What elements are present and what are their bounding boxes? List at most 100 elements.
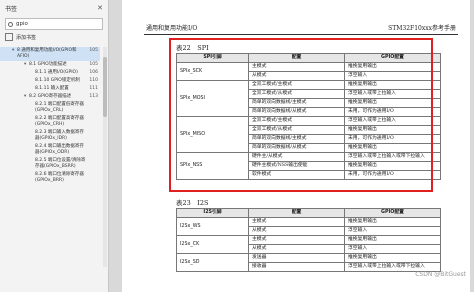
gpio-config-cell: 浮空输入 (344, 226, 441, 236)
pin-name-cell: SPIx_NSS (176, 152, 249, 180)
config-cell: 主模式 (248, 62, 345, 72)
toc-item[interactable]: 8.2.3 端口输入数据寄存器(GPIOx_IDR) (0, 129, 100, 143)
scrollbar-thumb[interactable] (103, 57, 107, 117)
config-cell: 简单的双向数据线/从模式 (248, 107, 345, 117)
bookmark-sidebar: 书签 ✕ gpio 添加书签 ▾ 8 通用和复用功能I/O(GPIO和AFIO) 1… (0, 0, 109, 292)
config-cell: 从模式 (248, 71, 345, 81)
gpio-config-cell: 推挽复用输出 (344, 143, 441, 153)
close-icon[interactable]: ✕ (97, 4, 103, 12)
config-cell: 全双工模式/主模式 (248, 116, 345, 126)
pin-name-cell: SPIx_MOSI (176, 80, 249, 117)
config-cell: 发送器 (248, 253, 345, 263)
toc-item-label: 8.1.10 GPIO锁定机制 (35, 78, 80, 83)
gpio-config-cell: 浮空输入 (344, 71, 441, 81)
gpio-config-cell: 推挽复用输出 (344, 217, 441, 227)
add-bookmark-label: 添加书签 (16, 34, 37, 41)
table-header-row: SPI引脚 配置 GPIO配置 (176, 53, 441, 63)
config-cell: 从模式 (248, 226, 345, 236)
table-row: SPIx_MOSI 全双工模式/主模式 推挽复用输出 (176, 80, 441, 117)
table-row: I2Sx_WS 主模式 推挽复用输出 (176, 217, 441, 236)
toc-item-label: 8.1.11 输入配置 (35, 86, 69, 91)
pin-name-cell: I2Sx_SD (176, 253, 249, 272)
table-row: SPIx_SCK 主模式 推挽复用输出 (176, 62, 441, 81)
sidebar-header: 书签 ✕ (0, 0, 108, 16)
search-icon (8, 21, 13, 27)
gpio-config-cell: 推挽复用输出 (344, 98, 441, 108)
toc-item-label: 8.2.6 端口位清除寄存器(GPIOx_BRR) (35, 172, 84, 183)
gpio-config-cell: 浮空输入或带上拉输入或带下拉输入 (344, 152, 441, 162)
toc-item-page: 106 (89, 70, 98, 75)
toc-item-page: 113 (89, 94, 98, 99)
config-cell: 主模式 (248, 217, 345, 227)
toc-item[interactable]: 8.1.10 GPIO锁定机制 110 (0, 77, 100, 85)
gpio-config-cell: 推挽复用输出 (344, 80, 441, 90)
config-cell: 简单的双向数据线/从模式 (248, 143, 345, 153)
header-divider (144, 34, 458, 35)
config-cell: 简单的双向数据线/主模式 (248, 134, 345, 144)
table-header-row: I2S引脚 配置 GPIO配置 (176, 208, 441, 218)
column-header: SPI引脚 (176, 53, 249, 63)
gpio-config-cell: 推挽复用输出 (344, 125, 441, 135)
pin-name-cell: SPIx_MISO (176, 116, 249, 153)
toc-item-label: 8.2.3 端口输入数据寄存器(GPIOx_IDR) (35, 130, 84, 141)
page-header-left: 通用和复用功能I/O (146, 25, 198, 32)
sidebar-title: 书签 (5, 5, 18, 13)
i2s-table: I2S引脚 配置 GPIO配置 I2Sx_WS 主模式 推挽复用输出 从模式 浮空输入 I2Sx… (176, 208, 441, 272)
toc-item-page (88, 116, 100, 128)
watermark: CSDN @BitGuest (415, 271, 466, 278)
toc-item[interactable]: 8.2.1 端口配置低寄存器(GPIOx_CRL) (0, 101, 100, 115)
sidebar-scrollbar[interactable] (103, 47, 107, 267)
column-header: I2S引脚 (176, 208, 249, 218)
spi-table: SPI引脚 配置 GPIO配置 SPIx_SCK 主模式 推挽复用输出 从模式 浮空输入 SPI… (176, 53, 441, 180)
gpio-config-cell: 推挽复用输出 (344, 235, 441, 245)
table-caption-i2s: 表23 I2S (176, 199, 209, 207)
gpio-config-cell: 未用，可作为通用I/O (344, 134, 441, 144)
column-header: 配置 (248, 208, 345, 218)
column-header: 配置 (248, 53, 345, 63)
toc-item-page (88, 158, 100, 170)
column-header: GPIO配置 (344, 53, 441, 63)
gpio-config-cell: 浮空输入或带上拉输入 (344, 89, 441, 99)
toc-item[interactable]: ▾ 8.2 GPIO寄存器描述 113 (0, 93, 100, 101)
toc-item-page (88, 144, 100, 156)
toc-item-page (88, 172, 100, 184)
gpio-config-cell: 浮空输入或带上拉输入 (344, 116, 441, 126)
table-row: SPIx_NSS 硬件主/从模式 浮空输入或带上拉输入或带下拉输入 (176, 152, 441, 180)
toc-item-page (88, 130, 100, 142)
toc-item-page: 105 (89, 62, 98, 67)
config-cell: 全双工模式/主模式 (248, 80, 345, 90)
toc-item-label: 8.2 GPIO寄存器描述 (29, 94, 72, 99)
table-row: SPIx_MISO 全双工模式/主模式 浮空输入或带上拉输入 (176, 116, 441, 153)
config-cell: 主模式 (248, 235, 345, 245)
gpio-config-cell: 未用，可作为通用I/O (344, 107, 441, 117)
toc-item-page: 111 (89, 86, 98, 91)
toc-item[interactable]: 8.1.11 输入配置 111 (0, 85, 100, 93)
column-header: GPIO配置 (344, 208, 441, 218)
toc-item[interactable]: 8.1.1 通用I/O(GPIO) 106 (0, 69, 100, 77)
toc-item[interactable]: ▾ 8.1 GPIO功能描述 105 (0, 61, 100, 69)
toc-item-label: 8.2.5 端口位设置/清除寄存器(GPIOx_BSRR) (35, 158, 86, 169)
add-bookmark-button[interactable]: 添加书签 (5, 33, 103, 41)
toc-item[interactable]: 8.2.4 端口输出数据寄存器(GPIOx_ODR) (0, 143, 100, 157)
toc-item-page (88, 102, 100, 114)
toc-item-page: 110 (89, 78, 98, 83)
table-row: I2Sx_SD 发送器 推挽复用输出 (176, 253, 441, 272)
config-cell: 硬件主/从模式 (248, 152, 345, 162)
toc-item-label: 8.2.2 端口配置高寄存器(GPIOx_CRH) (35, 116, 84, 127)
bookmark-search-input[interactable]: gpio (5, 18, 103, 30)
toc-item[interactable]: 8.2.6 端口位清除寄存器(GPIOx_BRR) (0, 171, 100, 185)
pin-name-cell: I2Sx_CK (176, 235, 249, 254)
bookmark-add-icon (5, 33, 13, 41)
gpio-config-cell: 推挽复用输出 (344, 253, 441, 263)
toc-item[interactable]: 8.2.5 端口位设置/清除寄存器(GPIOx_BSRR) (0, 157, 100, 171)
config-cell: 简单的双向数据线/主模式 (248, 98, 345, 108)
search-value: gpio (16, 21, 28, 27)
toc-item[interactable]: 8.2.2 端口配置高寄存器(GPIOx_CRH) (0, 115, 100, 129)
document-page: 通用和复用功能I/O STM32F10xxx参考手册 表22 SPI SPI引脚… (122, 0, 470, 292)
page-header-right: STM32F10xxx参考手册 (388, 25, 456, 32)
toc-item[interactable]: ▾ 8 通用和复用功能I/O(GPIO和AFIO) 105 (0, 47, 100, 61)
table-caption-spi: 表22 SPI (176, 44, 209, 52)
toc-item-label: 8.1 GPIO功能描述 (29, 62, 67, 67)
toc-item-page: 105 (89, 48, 98, 53)
toc-list: ▾ 8 通用和复用功能I/O(GPIO和AFIO) 105 ▾ 8.1 GPIO功能描述… (0, 47, 100, 185)
